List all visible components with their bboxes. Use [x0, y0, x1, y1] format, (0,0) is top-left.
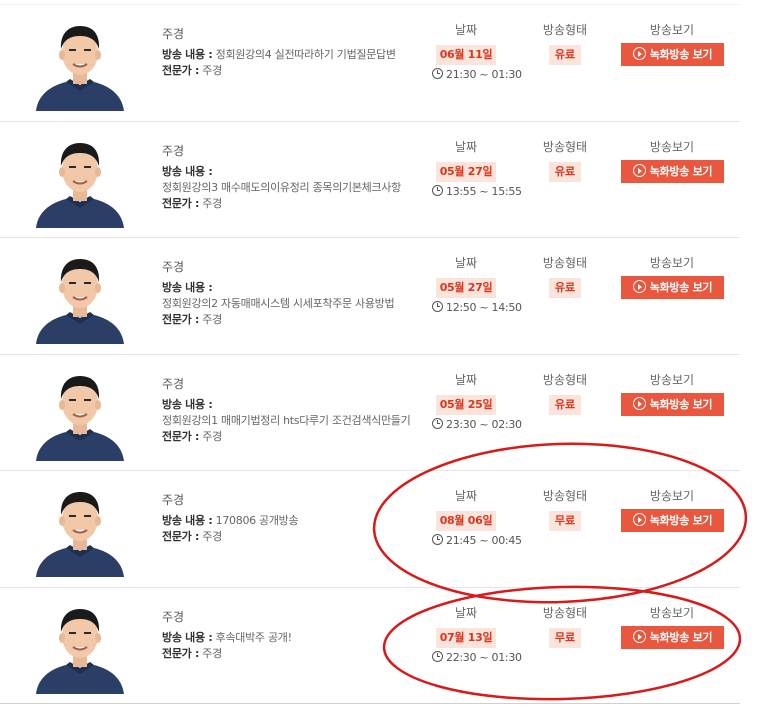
clock-icon	[432, 301, 443, 312]
broadcast-content: 정회원강의1 매매기법정리 hts다루기 조건검색식만들기	[162, 414, 411, 427]
date-header: 날짜	[454, 256, 478, 270]
broadcast-content: 정회원강의3 매수매도의이유정리 종목의기본체크사항	[162, 181, 401, 194]
date-badge: 06월 11일	[436, 45, 496, 65]
clock-icon	[432, 185, 443, 196]
watch-recording-button[interactable]: 녹화방송 보기	[621, 276, 724, 299]
clock-icon	[432, 418, 443, 429]
broadcast-time: 23:30 ~ 02:30	[432, 418, 522, 431]
broadcast-content: 방송 내용 : 후속대박주 공개!	[162, 631, 292, 644]
play-icon	[632, 630, 646, 643]
broadcast-list: 주경 방송 내용 : 정회원강의4 실전따라하기 기법질문답변 전문가 : 주경…	[0, 0, 762, 721]
expert-avatar	[32, 15, 128, 111]
expert-line: 전문가 : 주경	[162, 197, 222, 210]
watch-header: 방송보기	[649, 140, 695, 154]
broadcast-content: 방송 내용 : 정회원강의4 실전따라하기 기법질문답변	[162, 48, 396, 61]
expert-avatar	[32, 248, 128, 344]
watch-header: 방송보기	[649, 23, 695, 37]
broadcast-row: 주경 방송 내용 : 정회원강의3 매수매도의이유정리 종목의기본체크사항 전문…	[0, 121, 740, 238]
expert-line: 전문가 : 주경	[162, 64, 222, 77]
date-badge: 08월 06일	[436, 511, 496, 531]
type-header: 방송형태	[542, 489, 588, 503]
expert-line: 전문가 : 주경	[162, 647, 222, 660]
watch-recording-button[interactable]: 녹화방송 보기	[621, 626, 724, 649]
play-icon	[632, 164, 646, 177]
broadcast-time: 22:30 ~ 01:30	[432, 651, 522, 664]
type-badge: 유료	[549, 278, 581, 298]
broadcast-time: 21:30 ~ 01:30	[432, 68, 522, 81]
expert-avatar	[32, 132, 128, 228]
watch-header: 방송보기	[649, 373, 695, 387]
watch-header: 방송보기	[649, 256, 695, 270]
broadcast-time: 13:55 ~ 15:55	[432, 185, 522, 198]
broadcast-time: 12:50 ~ 14:50	[432, 301, 522, 314]
type-badge: 유료	[549, 45, 581, 65]
expert-avatar	[32, 598, 128, 694]
date-header: 날짜	[454, 23, 478, 37]
type-badge: 유료	[549, 162, 581, 182]
broadcast-content-label: 방송 내용 :	[162, 281, 213, 294]
watch-recording-button[interactable]: 녹화방송 보기	[621, 509, 724, 532]
expert-line: 전문가 : 주경	[162, 530, 222, 543]
expert-line: 전문가 : 주경	[162, 430, 222, 443]
expert-name: 주경	[162, 377, 185, 391]
list-bottom-divider	[0, 703, 740, 704]
date-badge: 05월 27일	[436, 278, 496, 298]
expert-avatar	[32, 481, 128, 577]
type-badge: 유료	[549, 395, 581, 415]
date-badge: 05월 27일	[436, 162, 496, 182]
watch-recording-button[interactable]: 녹화방송 보기	[621, 393, 724, 416]
date-badge: 07월 13일	[436, 628, 496, 648]
type-header: 방송형태	[542, 23, 588, 37]
type-header: 방송형태	[542, 140, 588, 154]
type-header: 방송형태	[542, 256, 588, 270]
broadcast-content: 방송 내용 : 170806 공개방송	[162, 514, 299, 527]
expert-avatar	[32, 365, 128, 461]
clock-icon	[432, 68, 443, 79]
expert-name: 주경	[162, 260, 185, 274]
date-header: 날짜	[454, 373, 478, 387]
broadcast-row: 주경 방송 내용 : 정회원강의4 실전따라하기 기법질문답변 전문가 : 주경…	[0, 4, 740, 121]
date-header: 날짜	[454, 489, 478, 503]
expert-name: 주경	[162, 610, 185, 624]
play-icon	[632, 513, 646, 526]
broadcast-content-label: 방송 내용 :	[162, 165, 213, 178]
expert-name: 주경	[162, 27, 185, 41]
expert-name: 주경	[162, 493, 185, 507]
watch-recording-button[interactable]: 녹화방송 보기	[621, 43, 724, 66]
broadcast-row: 주경 방송 내용 : 후속대박주 공개! 전문가 : 주경 날짜 방송형태 방송…	[0, 587, 740, 704]
expert-name: 주경	[162, 144, 185, 158]
date-badge: 05월 25일	[436, 395, 496, 415]
broadcast-row: 주경 방송 내용 : 170806 공개방송 전문가 : 주경 날짜 방송형태 …	[0, 470, 740, 587]
broadcast-content: 정회원강의2 자동매매시스템 시세포착주문 사용방법	[162, 297, 395, 310]
broadcast-content-label: 방송 내용 :	[162, 398, 213, 411]
broadcast-time: 21:45 ~ 00:45	[432, 534, 522, 547]
clock-icon	[432, 651, 443, 662]
clock-icon	[432, 534, 443, 545]
play-icon	[632, 280, 646, 293]
expert-line: 전문가 : 주경	[162, 313, 222, 326]
play-icon	[632, 47, 646, 60]
date-header: 날짜	[454, 140, 478, 154]
broadcast-row: 주경 방송 내용 : 정회원강의1 매매기법정리 hts다루기 조건검색식만들기…	[0, 354, 740, 471]
date-header: 날짜	[454, 606, 478, 620]
play-icon	[632, 397, 646, 410]
type-header: 방송형태	[542, 606, 588, 620]
watch-recording-button[interactable]: 녹화방송 보기	[621, 160, 724, 183]
type-header: 방송형태	[542, 373, 588, 387]
type-badge: 무료	[549, 628, 581, 648]
watch-header: 방송보기	[649, 606, 695, 620]
broadcast-row: 주경 방송 내용 : 정회원강의2 자동매매시스템 시세포착주문 사용방법 전문…	[0, 237, 740, 354]
type-badge: 무료	[549, 511, 581, 531]
watch-header: 방송보기	[649, 489, 695, 503]
